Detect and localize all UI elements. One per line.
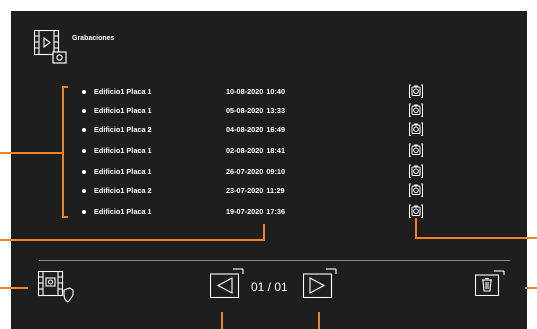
- recording-datetime: 02-08-2020 18:41: [226, 146, 286, 155]
- chevron-left-icon: [210, 268, 244, 298]
- list-item[interactable]: Edificio1 Placa 1 26-07-2020 09:10: [0, 163, 537, 179]
- list-item[interactable]: Edificio1 Placa 1 10-08-2020 10:40: [0, 83, 537, 99]
- bullet: [82, 189, 86, 193]
- divider: [39, 260, 510, 261]
- recording-datetime: 10-08-2020 10:40: [226, 87, 286, 96]
- camera-icon[interactable]: [408, 121, 424, 137]
- recording-source: Edificio1 Placa 2: [94, 125, 152, 134]
- previous-page-button[interactable]: [210, 268, 244, 298]
- recording-datetime: 04-08-2020 16:49: [226, 125, 286, 134]
- camera-icon[interactable]: [408, 182, 424, 198]
- recording-source: Edificio1 Placa 1: [94, 106, 152, 115]
- bullet: [82, 210, 86, 214]
- camera-icon[interactable]: [408, 142, 424, 158]
- bullet: [82, 170, 86, 174]
- recording-datetime: 05-08-2020 13:33: [226, 106, 286, 115]
- recording-source: Edificio1 Placa 2: [94, 186, 152, 195]
- list-item[interactable]: Edificio1 Placa 2 04-08-2020 16:49: [0, 121, 537, 137]
- camera-icon[interactable]: [408, 163, 424, 179]
- list-item[interactable]: Edificio1 Placa 1 19-07-2020 17:36: [0, 203, 537, 219]
- bullet: [82, 149, 86, 153]
- recording-source: Edificio1 Placa 1: [94, 87, 152, 96]
- film-camera-shield-icon[interactable]: [38, 271, 74, 303]
- recording-source: Edificio1 Placa 1: [94, 146, 152, 155]
- recording-datetime: 23-07-2020 11:29: [226, 186, 285, 195]
- camera-icon[interactable]: [408, 102, 424, 118]
- recording-source: Edificio1 Placa 1: [94, 167, 152, 176]
- list-item[interactable]: Edificio1 Placa 2 23-07-2020 11:29: [0, 182, 537, 198]
- delete-button[interactable]: [475, 270, 505, 296]
- recordings-film-camera-icon: [34, 30, 67, 64]
- list-item[interactable]: Edificio1 Placa 1 02-08-2020 18:41: [0, 142, 537, 158]
- camera-icon[interactable]: [408, 83, 424, 99]
- page-indicator: 01 / 01: [251, 280, 288, 294]
- recording-datetime: 19-07-2020 17:36: [226, 207, 286, 216]
- bullet: [82, 128, 86, 132]
- chevron-right-icon: [303, 268, 337, 298]
- recording-datetime: 26-07-2020 09:10: [226, 167, 286, 176]
- bullet: [82, 109, 86, 113]
- page-title: Grabaciones: [72, 35, 115, 42]
- bullet: [82, 90, 86, 94]
- trash-icon: [475, 270, 505, 296]
- recording-source: Edificio1 Placa 1: [94, 207, 152, 216]
- next-page-button[interactable]: [303, 268, 337, 298]
- camera-icon[interactable]: [408, 203, 424, 219]
- list-item[interactable]: Edificio1 Placa 1 05-08-2020 13:33: [0, 102, 537, 118]
